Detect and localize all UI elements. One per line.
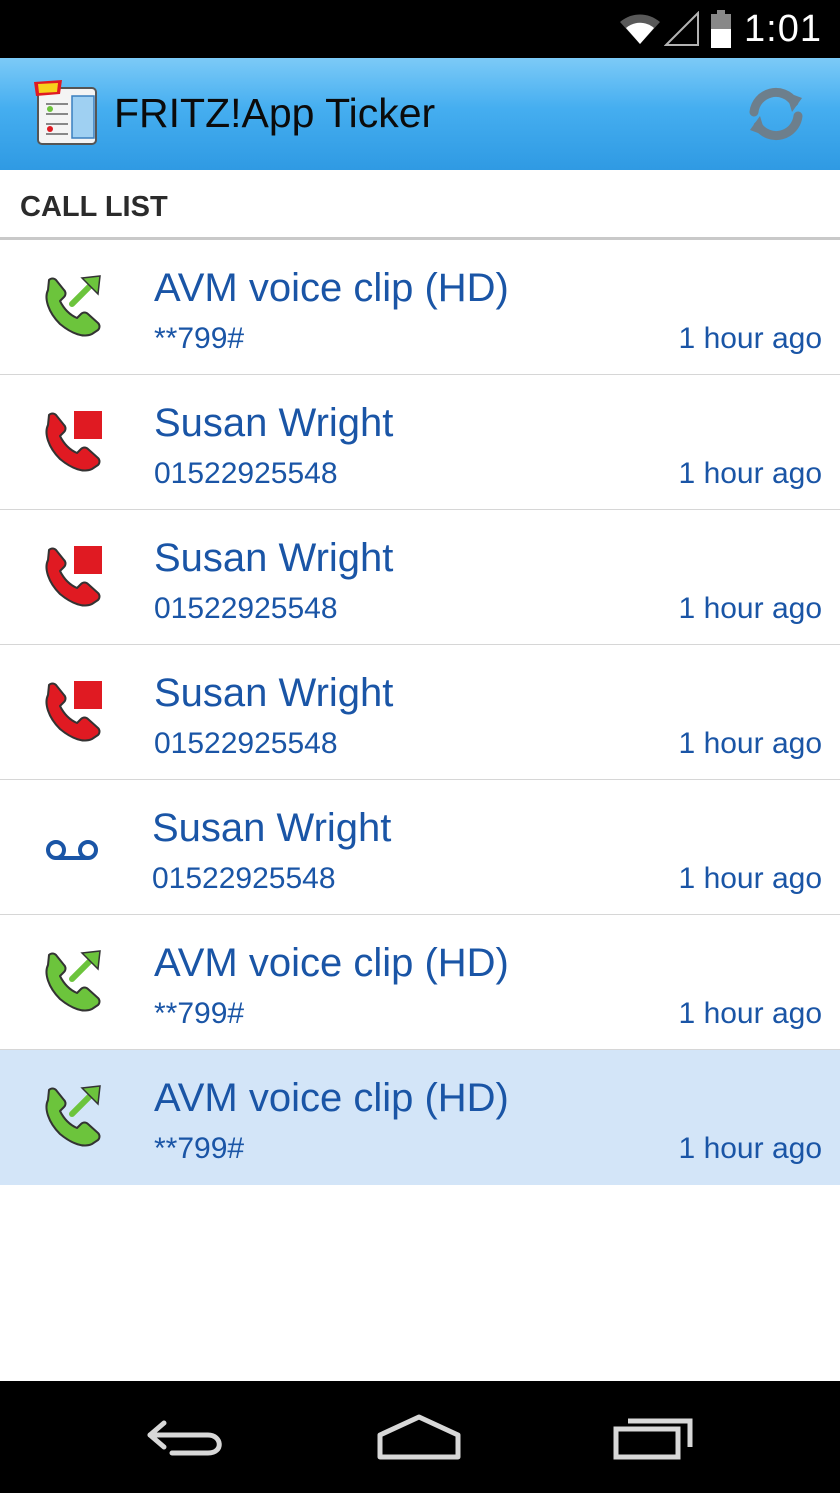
outgoing-call-icon [38, 950, 101, 1015]
outgoing-call-icon [38, 275, 101, 340]
call-time: 1 hour ago [678, 997, 822, 1030]
call-row[interactable]: AVM voice clip (HD) **799# 1 hour ago [0, 240, 840, 375]
battery-icon [711, 10, 732, 48]
call-name: Susan Wright [154, 671, 394, 715]
call-row-selected[interactable]: AVM voice clip (HD) **799# 1 hour ago [0, 1050, 840, 1185]
call-time: 1 hour ago [678, 592, 822, 625]
refresh-icon[interactable] [742, 80, 810, 148]
status-time: 1:01 [744, 7, 822, 50]
back-icon[interactable] [142, 1407, 232, 1467]
content-area: CALL LIST AVM voice clip (HD) **799# 1 h… [0, 170, 840, 1381]
call-list: AVM voice clip (HD) **799# 1 hour ago Su… [0, 240, 840, 1185]
wifi-icon [620, 14, 661, 44]
call-name: AVM voice clip (HD) [154, 1076, 509, 1120]
call-number: **799# [154, 1132, 245, 1165]
call-name: AVM voice clip (HD) [154, 941, 509, 985]
call-time: 1 hour ago [678, 862, 822, 895]
voicemail-icon [46, 840, 98, 860]
navigation-bar [0, 1381, 840, 1493]
fritz-app-logo-icon[interactable] [32, 78, 100, 148]
cell-signal-icon [664, 11, 700, 46]
call-time: 1 hour ago [678, 322, 822, 355]
call-number: **799# [154, 322, 245, 355]
call-row[interactable]: Susan Wright 01522925548 1 hour ago [0, 780, 840, 915]
outgoing-call-icon [38, 1085, 101, 1150]
call-name: Susan Wright [152, 806, 392, 850]
missed-call-icon [38, 411, 102, 475]
call-number: 01522925548 [152, 862, 336, 895]
call-row[interactable]: Susan Wright 01522925548 1 hour ago [0, 510, 840, 645]
call-name: Susan Wright [154, 536, 394, 580]
section-header-call-list: CALL LIST [0, 170, 840, 240]
call-row[interactable]: AVM voice clip (HD) **799# 1 hour ago [0, 915, 840, 1050]
call-time: 1 hour ago [678, 727, 822, 760]
call-time: 1 hour ago [678, 1132, 822, 1165]
home-icon[interactable] [374, 1407, 464, 1467]
call-number: 01522925548 [154, 592, 338, 625]
call-name: Susan Wright [154, 401, 394, 445]
call-number: 01522925548 [154, 457, 338, 490]
call-row[interactable]: Susan Wright 01522925548 1 hour ago [0, 375, 840, 510]
app-title: FRITZ!App Ticker [114, 90, 436, 136]
call-number: 01522925548 [154, 727, 338, 760]
missed-call-icon [38, 681, 102, 745]
status-bar: 1:01 [0, 0, 840, 58]
call-number: **799# [154, 997, 245, 1030]
recent-apps-icon[interactable] [608, 1407, 698, 1467]
call-row[interactable]: Susan Wright 01522925548 1 hour ago [0, 645, 840, 780]
missed-call-icon [38, 546, 102, 610]
call-name: AVM voice clip (HD) [154, 266, 509, 310]
action-bar: FRITZ!App Ticker [0, 58, 840, 170]
call-time: 1 hour ago [678, 457, 822, 490]
